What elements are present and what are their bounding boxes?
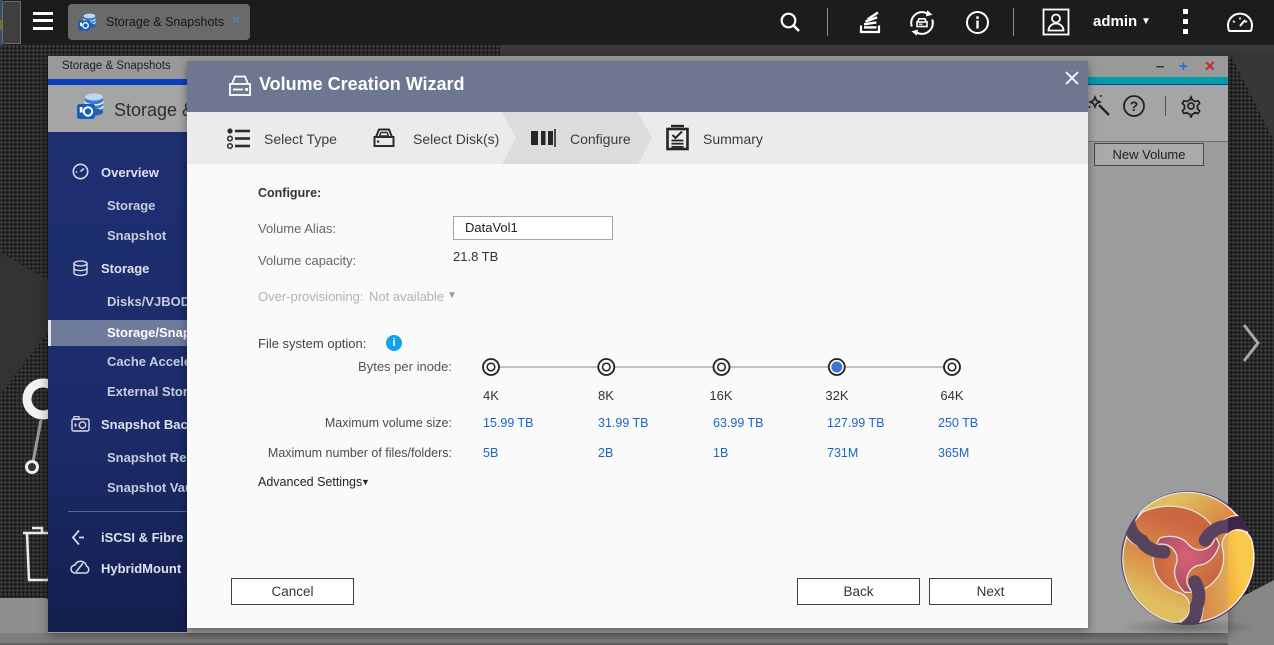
svg-text:?: ? <box>1130 98 1139 114</box>
